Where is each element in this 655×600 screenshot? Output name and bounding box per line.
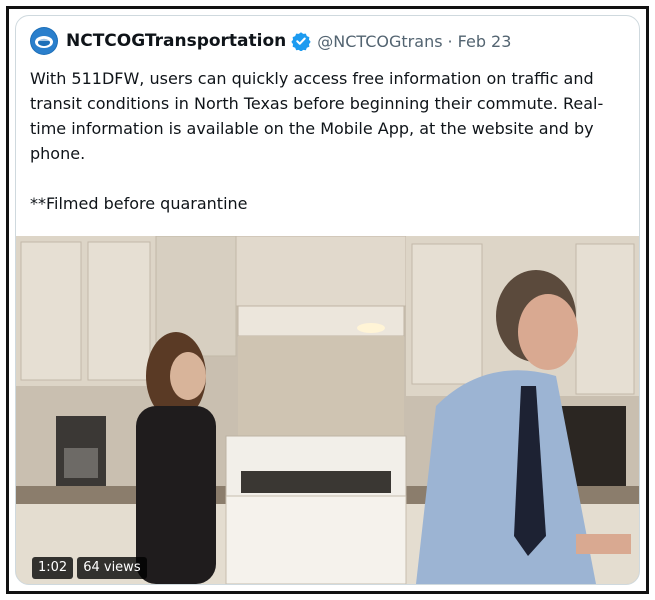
avatar[interactable] — [30, 27, 58, 55]
display-name[interactable]: NCTCOGTransportation — [66, 31, 286, 51]
video-player[interactable]: 1:02 64 views — [16, 236, 639, 584]
tweet-header: NCTCOGTransportation @NCTCOGtrans · Feb … — [30, 24, 629, 58]
header-separator: · — [447, 31, 453, 51]
tweet-date[interactable]: Feb 23 — [458, 32, 512, 51]
tweet-text: With 511DFW, users can quickly access fr… — [30, 66, 626, 216]
video-duration: 1:02 — [32, 557, 74, 579]
tweet-text-line: transit conditions in North Texas before… — [30, 94, 604, 113]
tweet-text-line: phone. — [30, 144, 86, 163]
account-logo-icon — [31, 28, 57, 54]
tweet-text-line: With 511DFW, users can quickly access fr… — [30, 69, 594, 88]
tweet-card[interactable]: NCTCOGTransportation @NCTCOGtrans · Feb … — [15, 15, 640, 585]
screenshot-frame: NCTCOGTransportation @NCTCOGtrans · Feb … — [6, 6, 649, 594]
tweet-text-line: time information is available on the Mob… — [30, 119, 594, 138]
video-meta: 1:02 64 views — [32, 557, 147, 579]
user-handle[interactable]: @NCTCOGtrans — [317, 32, 442, 51]
video-views: 64 views — [77, 557, 147, 579]
tweet-note: **Filmed before quarantine — [30, 194, 248, 213]
video-thumbnail — [16, 236, 639, 584]
verified-badge-icon — [291, 31, 311, 51]
